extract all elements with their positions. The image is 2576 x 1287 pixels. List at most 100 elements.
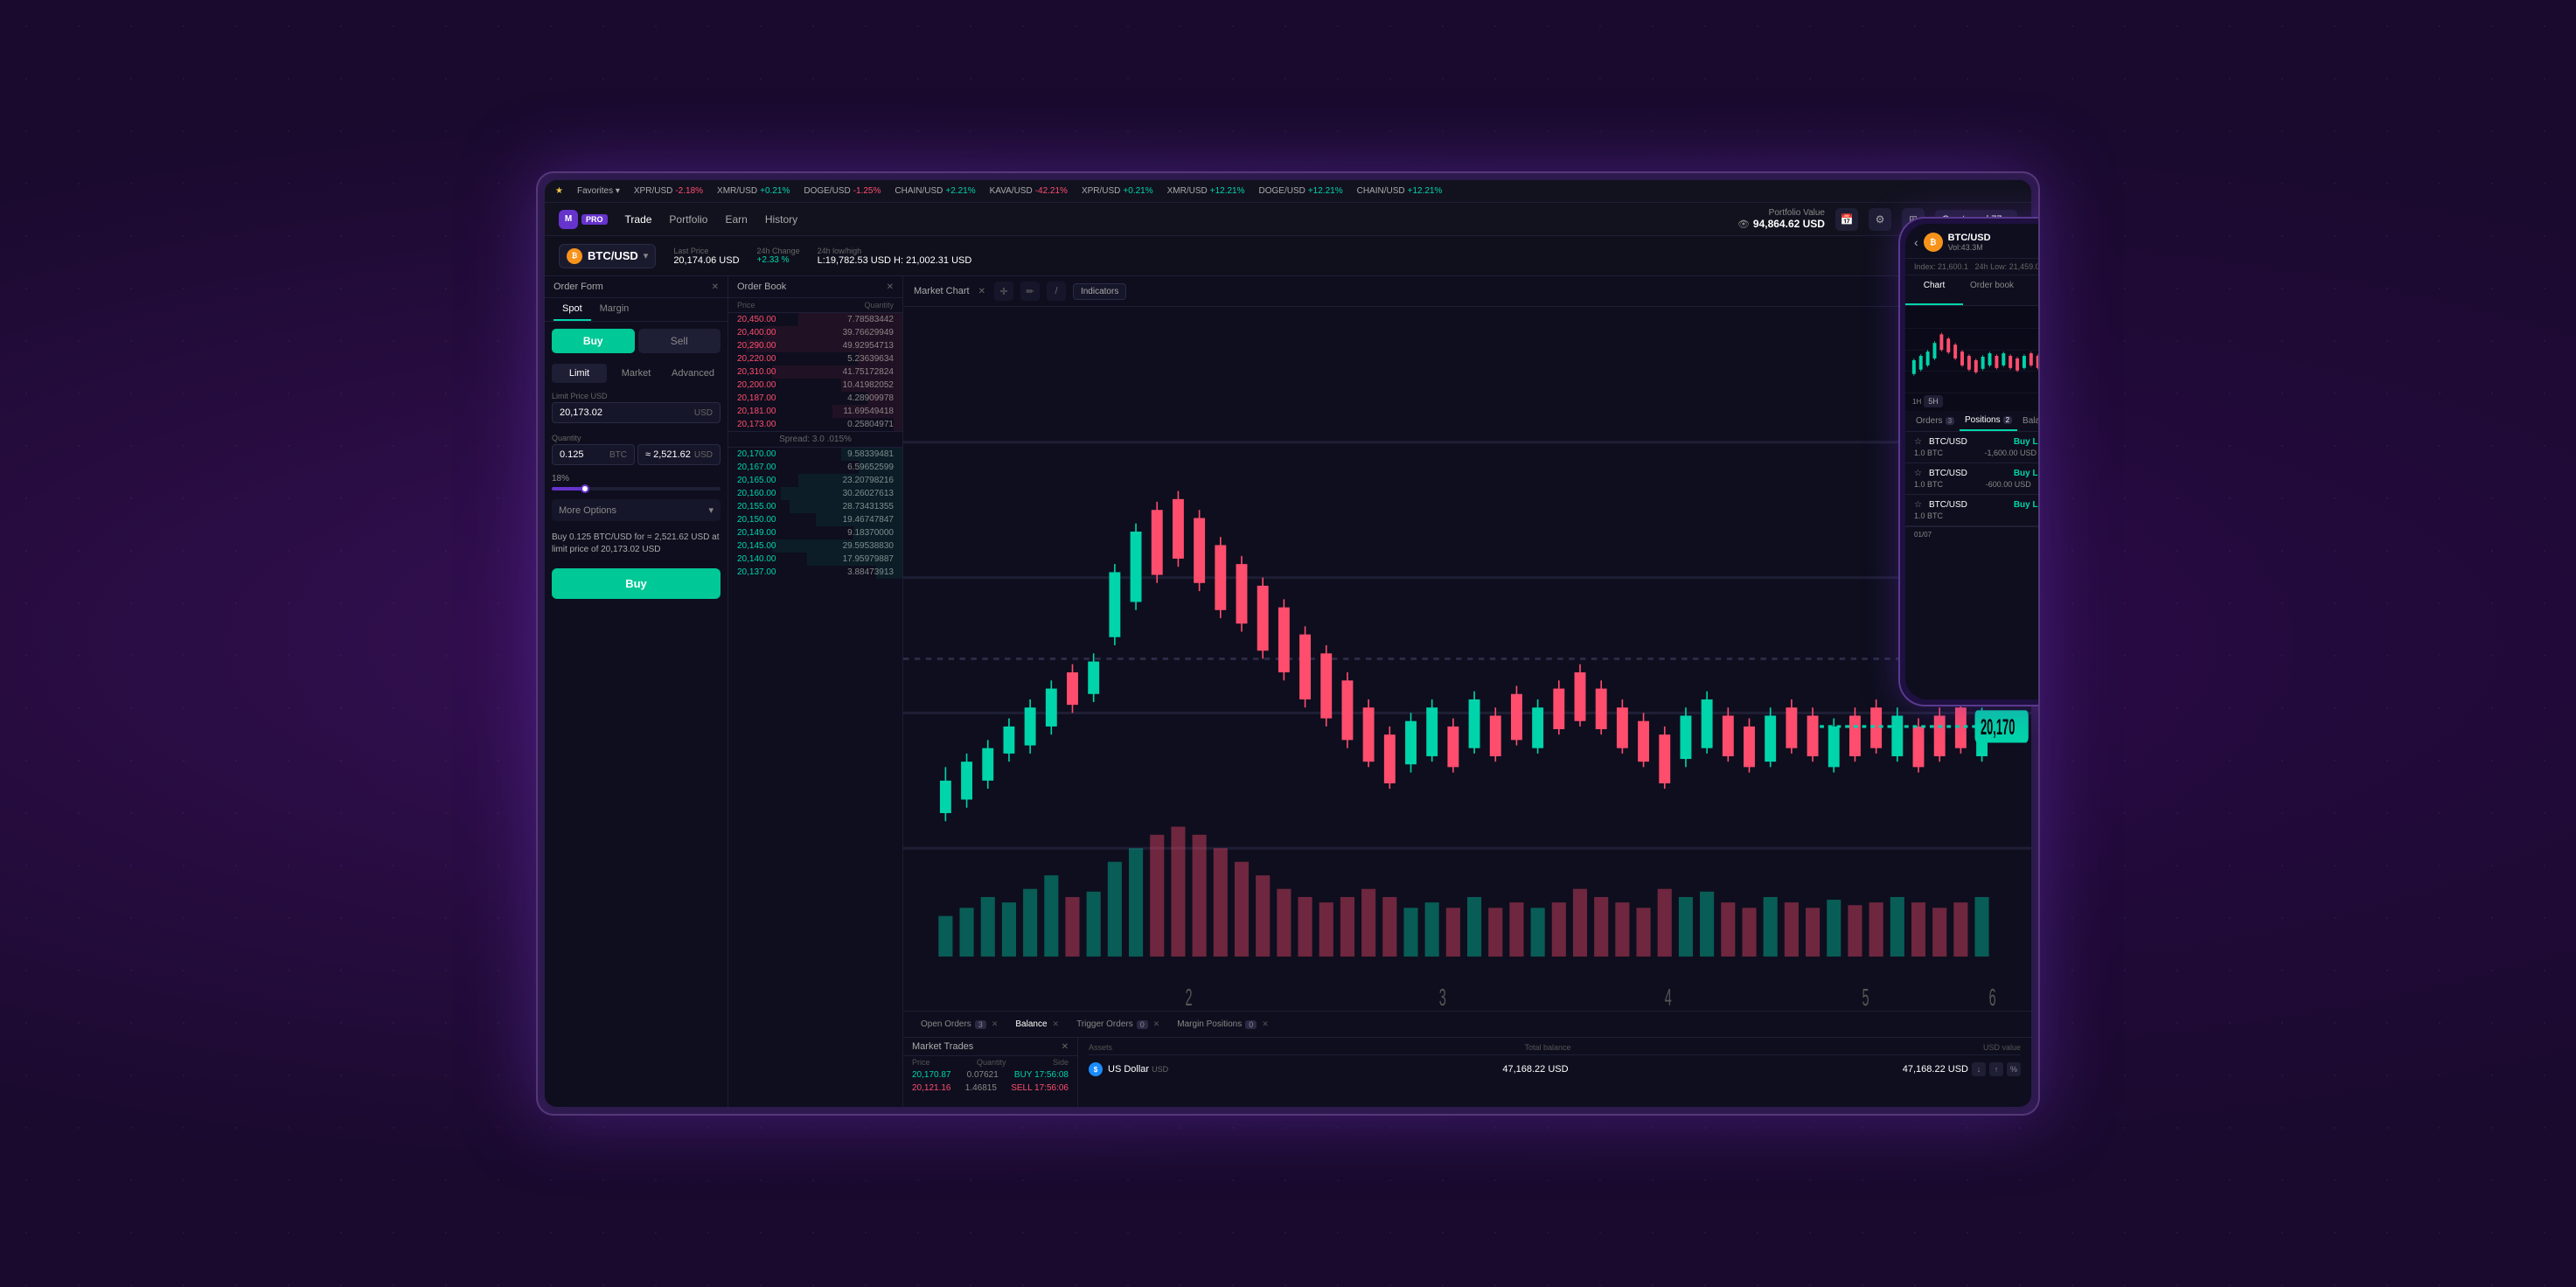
app-header: M PRO Trade Portfolio Earn History Portf… xyxy=(545,203,2031,236)
ask-row[interactable]: 20,187.004.28909978 xyxy=(728,392,902,405)
btc-icon: ₿ xyxy=(567,248,582,264)
chart-toolbar: ✛ ✏ / Indicators xyxy=(994,282,1126,301)
tab-spot[interactable]: Spot xyxy=(553,298,591,321)
nav-earn[interactable]: Earn xyxy=(725,213,747,226)
bid-row[interactable]: 20,160.0030.26027613 xyxy=(728,487,902,500)
pair-selector[interactable]: ₿ BTC/USD ▾ xyxy=(559,244,656,268)
phone-device: ‹ ₿ BTC/USD Vol:43.3M 21,600.00 -25,000 xyxy=(1898,217,2040,706)
line-tool[interactable]: / xyxy=(1047,282,1066,301)
ticker-item-0: XPR/USD -2.18% xyxy=(634,186,703,196)
tab-trigger-orders[interactable]: Trigger Orders 0 ✕ xyxy=(1069,1016,1166,1033)
phone-tab-orderbook[interactable]: Order book xyxy=(1963,275,2021,305)
withdraw-icon-btn[interactable]: ↑ xyxy=(1989,1062,2003,1076)
ask-row[interactable]: 20,200.0010.41982052 xyxy=(728,379,902,392)
star-icon[interactable]: ☆ xyxy=(1914,469,1922,478)
bid-row[interactable]: 20,137.003.88473913 xyxy=(728,566,902,579)
order-form-close[interactable]: ✕ xyxy=(712,282,719,292)
phone-tab-balances[interactable]: Balances xyxy=(2017,411,2040,431)
indicators-button[interactable]: Indicators xyxy=(1073,283,1126,300)
ask-row[interactable]: 20,173.000.25804971 xyxy=(728,418,902,431)
slider-thumb[interactable] xyxy=(581,484,589,493)
quantity-group: Quantity 0.125 BTC ≈ 2,521.62 USD xyxy=(552,434,721,465)
ask-row[interactable]: 20,310.0041.75172824 xyxy=(728,365,902,379)
phone-tab-chart[interactable]: Chart xyxy=(1905,275,1963,305)
submit-order-button[interactable]: Buy xyxy=(552,568,721,599)
phone-action-row: 01/07 Buy Sell xyxy=(1905,526,2040,553)
ticker-item-8: CHAIN/USD +12.21% xyxy=(1357,186,1443,196)
market-header: ₿ BTC/USD ▾ Last Price 20,174.06 USD 24h… xyxy=(545,236,2031,276)
bid-row[interactable]: 20,149.009.18370000 xyxy=(728,526,902,539)
phone-chart-tabs: Chart Order book Depth Market trades xyxy=(1905,275,2040,306)
tab-margin-positions[interactable]: Margin Positions 0 ✕ xyxy=(1170,1016,1275,1033)
buy-button[interactable]: Buy xyxy=(552,329,635,353)
quantity-field[interactable]: 0.125 BTC xyxy=(552,444,635,465)
nav-trade[interactable]: Trade xyxy=(625,213,652,226)
calendar-icon-btn[interactable]: 📅 xyxy=(1835,208,1858,231)
order-book-close[interactable]: ✕ xyxy=(887,282,894,292)
ask-row[interactable]: 20,181.0011.69549418 xyxy=(728,405,902,418)
star-icon[interactable]: ☆ xyxy=(1914,437,1922,447)
limit-btn[interactable]: Limit xyxy=(552,364,607,383)
favorites-label[interactable]: Favorites ▾ xyxy=(577,186,620,196)
cursor-tool[interactable]: ✛ xyxy=(994,282,1013,301)
bottom-content: Market Trades ✕ Price Quantity Side xyxy=(903,1038,2031,1107)
pair-name: BTC/USD xyxy=(588,249,638,262)
trade-row: 20,170.87 0.07621 BUY 17:56:08 xyxy=(903,1068,1077,1082)
phone-chart: 23000.0 22500.0 22000.0 21500.0 21600.0 … xyxy=(1905,306,2040,411)
star-icon[interactable]: ☆ xyxy=(1914,500,1922,510)
bid-row[interactable]: 20,155.0028.73431355 xyxy=(728,500,902,513)
tab-margin[interactable]: Margin xyxy=(591,298,638,321)
deposit-icon-btn[interactable]: ↓ xyxy=(1972,1062,1986,1076)
ask-row[interactable]: 20,400.0039.76629949 xyxy=(728,326,902,339)
market-btn[interactable]: Market xyxy=(609,364,664,383)
usd-icon: $ xyxy=(1089,1062,1103,1076)
limit-price-field[interactable]: 20,173.02 USD xyxy=(552,402,721,423)
nav-history[interactable]: History xyxy=(765,213,797,226)
ticker-item-3: CHAIN/USD +2.21% xyxy=(895,186,975,196)
phone-tab-depth[interactable]: Depth xyxy=(2021,275,2040,305)
pencil-tool[interactable]: ✏ xyxy=(1020,282,1040,301)
tab-balance[interactable]: Balance ✕ xyxy=(1008,1016,1066,1033)
monitor-screen: ★ Favorites ▾ XPR/USD -2.18% XMR/USD +0.… xyxy=(545,180,2031,1107)
bid-row[interactable]: 20,145.0029.59538830 xyxy=(728,539,902,553)
bid-row[interactable]: 20,165.0023.20798216 xyxy=(728,474,902,487)
ticker-item-5: XPR/USD +0.21% xyxy=(1082,186,1153,196)
margin-positions-close[interactable]: ✕ xyxy=(1262,1019,1269,1029)
total-field[interactable]: ≈ 2,521.62 USD xyxy=(637,444,721,465)
phone-app: ‹ ₿ BTC/USD Vol:43.3M 21,600.00 -25,000 xyxy=(1905,224,2040,699)
tab-open-orders[interactable]: Open Orders 3 ✕ xyxy=(914,1016,1005,1033)
slider-track xyxy=(552,487,721,490)
more-options-toggle[interactable]: More Options ▾ xyxy=(552,499,721,521)
buy-sell-row: Buy Sell xyxy=(552,329,721,353)
chart-close[interactable]: ✕ xyxy=(978,287,985,296)
spread-row: Spread: 3.0 .015% xyxy=(728,431,902,448)
balance-close[interactable]: ✕ xyxy=(1053,1019,1060,1029)
svg-text:6: 6 xyxy=(1989,984,1996,1011)
bid-row[interactable]: 20,140.0017.95979887 xyxy=(728,553,902,566)
phone-tab-positions[interactable]: Positions 2 xyxy=(1960,411,2017,431)
bid-row[interactable]: 20,150.0019.46747847 xyxy=(728,513,902,526)
market-trades-close[interactable]: ✕ xyxy=(1062,1042,1069,1052)
bid-row[interactable]: 20,167.006.59652599 xyxy=(728,461,902,474)
trigger-orders-close[interactable]: ✕ xyxy=(1153,1019,1160,1029)
open-orders-close[interactable]: ✕ xyxy=(992,1019,999,1029)
sell-button[interactable]: Sell xyxy=(638,329,721,353)
ask-row[interactable]: 20,290.0049.92954713 xyxy=(728,339,902,352)
settings-icon-btn[interactable]: ⚙ xyxy=(1869,208,1891,231)
percent-icon-btn[interactable]: % xyxy=(2007,1062,2021,1076)
quantity-slider[interactable]: 18% xyxy=(552,474,721,490)
ask-row[interactable]: 20,220.005.23639634 xyxy=(728,352,902,365)
phone-time-btn[interactable]: 5H xyxy=(1924,395,1943,407)
phone-tab-orders[interactable]: Orders 3 xyxy=(1911,411,1960,431)
ask-row[interactable]: 20,450.007.78583442 xyxy=(728,313,902,326)
ticker-item-7: DOGE/USD +12.21% xyxy=(1259,186,1343,196)
phone-back-button[interactable]: ‹ xyxy=(1914,235,1918,249)
nav-portfolio[interactable]: Portfolio xyxy=(669,213,707,226)
advanced-btn[interactable]: Advanced xyxy=(665,364,721,383)
ticker-item-1: XMR/USD +0.21% xyxy=(717,186,790,196)
logo: M PRO xyxy=(559,210,608,229)
last-price-stat: Last Price 20,174.06 USD xyxy=(673,247,739,266)
bid-row[interactable]: 20,170.009.58339481 xyxy=(728,448,902,461)
order-form-header: Order Form ✕ xyxy=(545,276,728,298)
svg-text:4: 4 xyxy=(1665,984,1672,1011)
